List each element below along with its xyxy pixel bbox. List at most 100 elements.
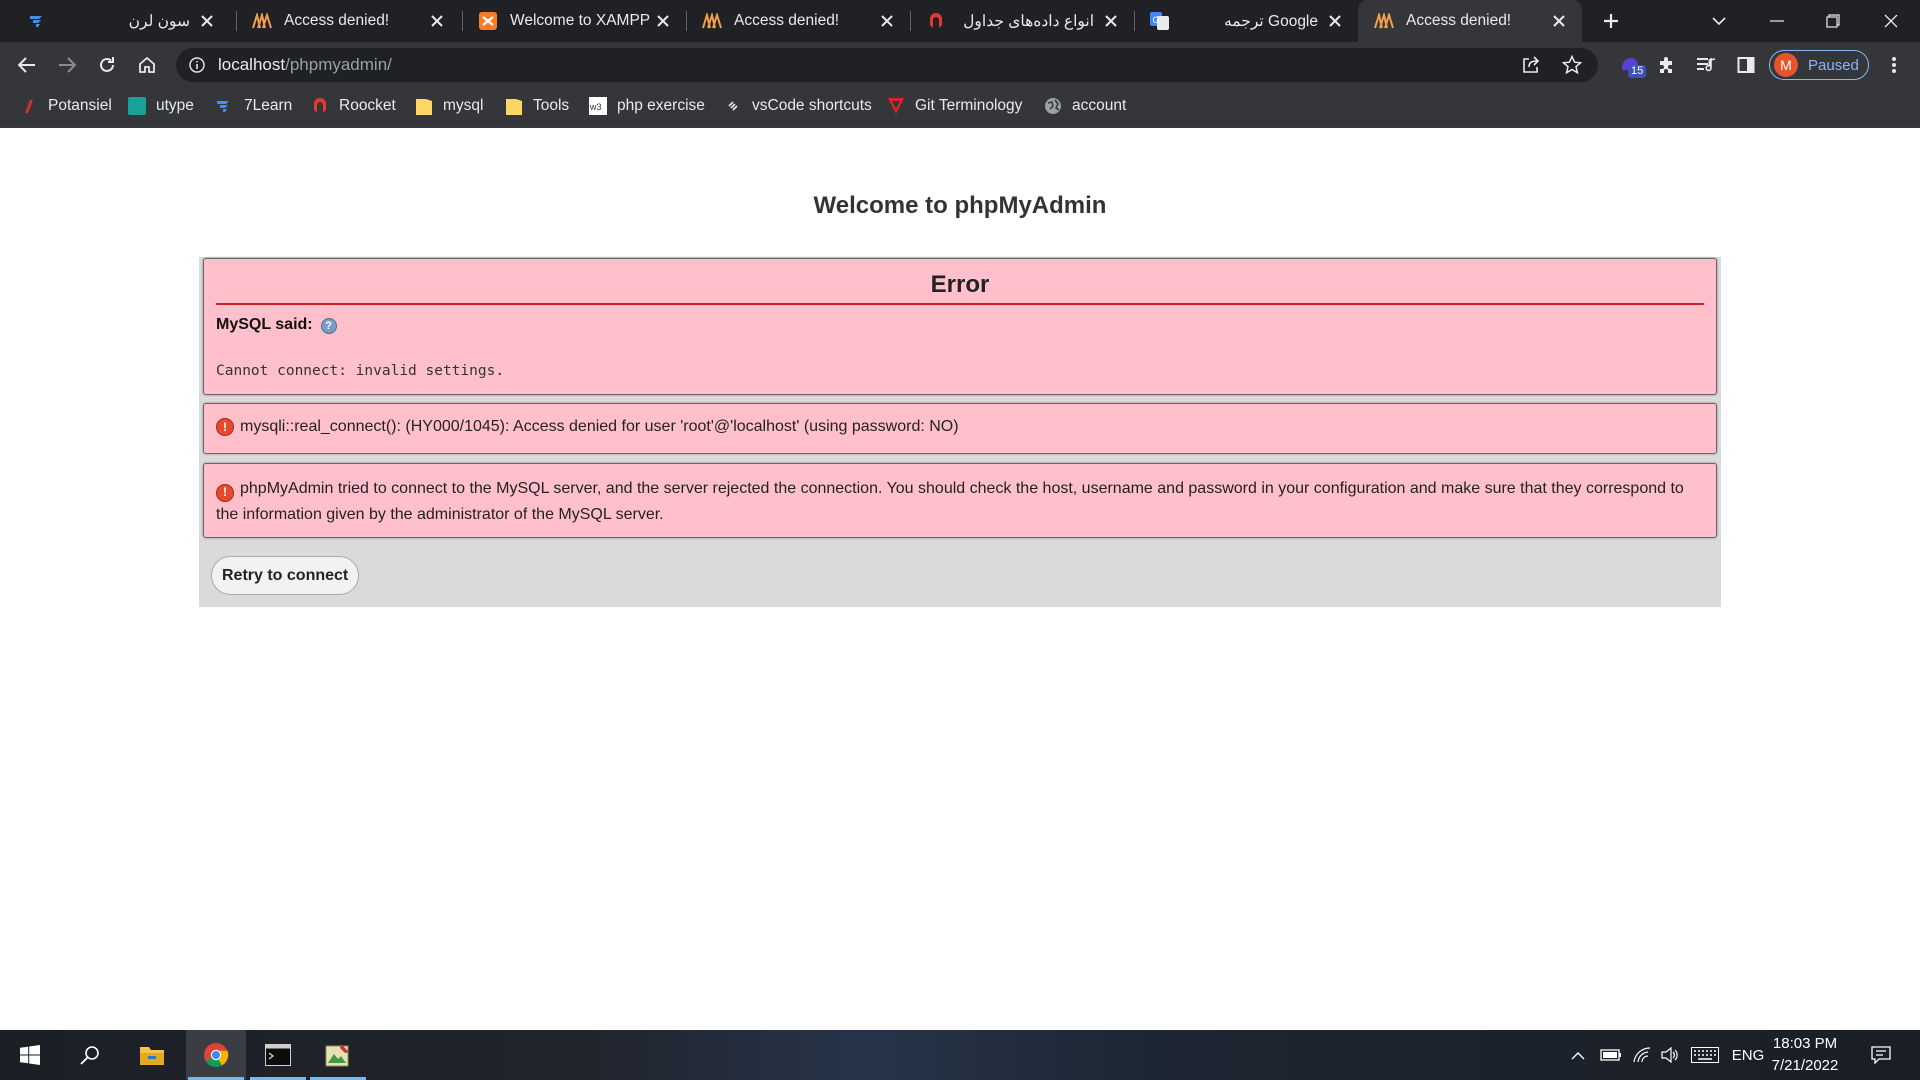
roocket-icon (311, 97, 329, 115)
bookmark-label: Roocket (339, 97, 396, 114)
svg-text:G: G (1153, 15, 1160, 25)
bookmark-7learn[interactable]: 7Learn (216, 88, 292, 124)
taskbar-image-app[interactable] (308, 1030, 368, 1080)
image-app-icon (325, 1044, 349, 1067)
utype-icon (128, 97, 146, 115)
bookmark-roocket[interactable]: Roocket (311, 88, 396, 124)
tab-close-icon[interactable] (1102, 12, 1120, 30)
file-explorer-icon (140, 1047, 164, 1065)
error-heading: Error (216, 271, 1704, 305)
new-tab-button[interactable] (1588, 0, 1634, 42)
tab-access-denied-active[interactable]: Access denied! (1358, 0, 1582, 42)
bookmark-label: account (1072, 97, 1127, 114)
tab-close-icon[interactable] (1550, 12, 1568, 30)
taskbar-chrome[interactable] (186, 1030, 246, 1080)
bookmark-label: Git Terminology (915, 97, 1023, 114)
notification-icon (1871, 1046, 1891, 1064)
show-hidden-icons[interactable] (1566, 1030, 1590, 1080)
url-text[interactable]: localhost/phpmyadmin/ (218, 48, 392, 82)
error-message-box: ! mysqli::real_connect(): (HY000/1045): … (203, 403, 1717, 454)
bookmark-label: mysql (443, 97, 484, 114)
tab-title: انواع داده‌های جداول (963, 12, 1094, 30)
close-icon (1884, 14, 1898, 28)
start-button[interactable] (0, 1030, 60, 1080)
taskbar-terminal[interactable] (248, 1030, 308, 1080)
bookmark-star-icon[interactable] (1561, 54, 1583, 80)
network-status[interactable] (1628, 1030, 1656, 1080)
info-icon[interactable] (189, 57, 205, 78)
address-bar[interactable]: localhost/phpmyadmin/ (176, 48, 1598, 82)
tab-close-icon[interactable] (1326, 12, 1344, 30)
bookmark-folder-mysql[interactable]: mysql (415, 88, 483, 124)
reload-button[interactable] (91, 49, 123, 81)
url-path: /phpmyadmin/ (285, 55, 392, 74)
battery-status[interactable] (1596, 1030, 1626, 1080)
tab-close-icon[interactable] (878, 12, 896, 30)
share-icon[interactable] (1522, 56, 1540, 79)
tab-close-icon[interactable] (428, 12, 446, 30)
error-icon: ! (216, 483, 234, 502)
google-translate-icon: G (1150, 11, 1170, 31)
menu-button[interactable] (1878, 49, 1910, 81)
side-panel-button[interactable] (1730, 49, 1762, 81)
roocket-icon (926, 11, 946, 31)
profile-status: Paused (1808, 56, 1859, 74)
clock-time: 18:03 PM (1772, 1035, 1838, 1052)
browser-toolbar: localhost/phpmyadmin/ 15 M Paused (0, 42, 1920, 88)
tab-access-denied[interactable]: Access denied! (686, 0, 910, 42)
taskbar-file-explorer[interactable] (122, 1030, 182, 1080)
home-button[interactable] (131, 49, 163, 81)
help-icon[interactable]: ? (320, 318, 337, 334)
home-icon (139, 56, 155, 73)
tab-close-icon[interactable] (198, 12, 216, 30)
bookmark-folder-tools[interactable]: Tools (505, 88, 569, 124)
back-button[interactable] (11, 49, 43, 81)
tab-access-denied[interactable]: Access denied! (236, 0, 460, 42)
tab-title: Google ترجمه (1223, 12, 1318, 30)
folder-icon (415, 97, 433, 115)
url-host: localhost (218, 55, 286, 74)
system-clock[interactable]: 18:03 PM 7/21/2022 (1760, 1033, 1850, 1077)
error-message: mysqli::real_connect(): (HY000/1045): Ac… (240, 418, 959, 435)
sevenlearn-icon (28, 11, 48, 31)
reload-icon (100, 57, 114, 72)
action-center[interactable] (1864, 1030, 1898, 1080)
tab-close-icon[interactable] (654, 12, 672, 30)
touch-keyboard[interactable] (1688, 1030, 1722, 1080)
volume-control[interactable] (1656, 1030, 1684, 1080)
bookmark-potansiel[interactable]: Potansiel (20, 88, 112, 124)
retry-button[interactable]: Retry to connect (211, 556, 360, 595)
restore-button[interactable] (1810, 0, 1856, 42)
search-button[interactable] (60, 1030, 120, 1080)
avatar: M (1774, 53, 1798, 77)
tab-xampp[interactable]: Welcome to XAMPP (462, 0, 686, 42)
minimize-button[interactable] (1754, 0, 1800, 42)
extension-button[interactable]: 15 (1614, 49, 1647, 81)
tab-search-button[interactable] (1696, 0, 1742, 42)
keyboard-icon (1691, 1047, 1719, 1063)
extensions-button[interactable] (1650, 49, 1682, 81)
bookmark-git-terminology[interactable]: Git Terminology (887, 88, 1022, 124)
error-line: ! mysqli::real_connect(): (HY000/1045): … (216, 418, 959, 436)
tab-roocket[interactable]: انواع داده‌های جداول (910, 0, 1134, 42)
tab-title: Welcome to XAMPP (510, 12, 651, 29)
bookmark-utype[interactable]: utype (128, 88, 194, 124)
forward-button[interactable] (51, 49, 83, 81)
tab-google-translate[interactable]: G Google ترجمه (1134, 0, 1358, 42)
page-content: Welcome to phpMyAdmin Error MySQL said: … (0, 128, 1920, 1030)
page-title: Welcome to phpMyAdmin (813, 192, 1107, 219)
tab-sevenlearn[interactable]: سون لرن (12, 0, 230, 42)
link-icon (724, 97, 742, 115)
bookmark-vscode-shortcuts[interactable]: vsCode shortcuts (724, 88, 872, 124)
close-window-button[interactable] (1868, 0, 1914, 42)
media-button[interactable] (1690, 49, 1722, 81)
profile-button[interactable]: M Paused (1769, 50, 1869, 80)
login-panel: Error MySQL said: ? Cannot connect: inva… (199, 257, 1721, 607)
error-box: Error MySQL said: ? Cannot connect: inva… (203, 258, 1717, 395)
error-message: phpMyAdmin tried to connect to the MySQL… (216, 480, 1684, 523)
chrome-icon (204, 1043, 229, 1067)
bookmark-account[interactable]: account (1044, 88, 1126, 124)
bookmark-php-exercise[interactable]: w3 php exercise (589, 88, 705, 124)
bookmark-label: vsCode shortcuts (752, 97, 872, 114)
git-icon (887, 97, 905, 115)
